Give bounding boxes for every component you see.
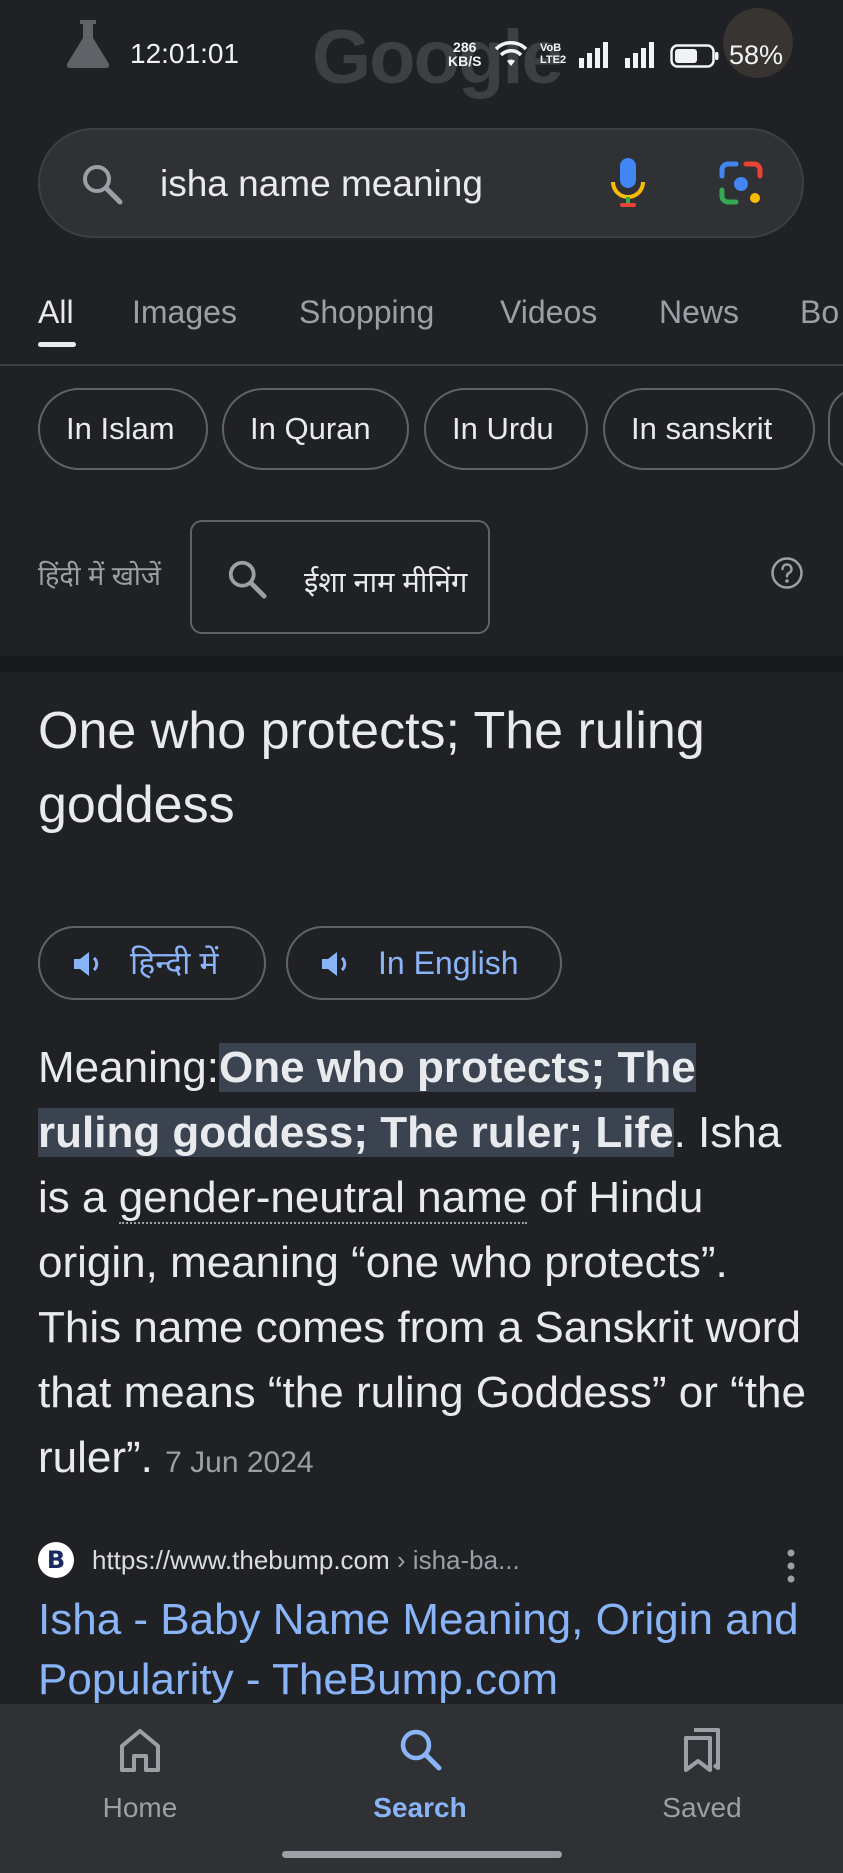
search-icon xyxy=(400,1729,442,1771)
chip-in-quran[interactable]: In Quran xyxy=(222,388,409,470)
listen-hindi-label: हिन्दी में xyxy=(130,945,219,981)
nav-saved-label: Saved xyxy=(662,1792,742,1823)
bottom-navigation: Home Search Saved xyxy=(0,1704,843,1873)
gesture-bar[interactable] xyxy=(282,1851,562,1858)
clock: 12:01:01 xyxy=(130,38,239,69)
refinement-chips: In Islam In Quran In Urdu In sanskrit xyxy=(0,388,843,474)
tab-news[interactable]: News xyxy=(659,294,739,331)
home-icon xyxy=(120,1729,160,1772)
search-tabs: All Images Shopping Videos News Bo xyxy=(0,280,843,366)
net-speed: 286 KB/S xyxy=(448,40,481,68)
volte-top: VoB xyxy=(540,42,562,54)
more-options-icon[interactable] xyxy=(786,1548,796,1584)
saved-icon xyxy=(684,1728,720,1772)
signal-icon xyxy=(625,42,654,68)
battery-icon xyxy=(670,44,719,68)
listen-hindi-button[interactable]: हिन्दी में xyxy=(38,926,266,1000)
chip-in-urdu[interactable]: In Urdu xyxy=(424,388,588,470)
signal-icon xyxy=(579,42,608,68)
hindi-search-label: हिंदी में खोजें xyxy=(38,561,161,591)
tab-shopping[interactable]: Shopping xyxy=(299,294,434,331)
section-divider xyxy=(0,656,843,672)
mic-icon[interactable] xyxy=(608,154,648,214)
source-breadcrumb: › isha-ba... xyxy=(389,1545,520,1575)
tab-videos[interactable]: Videos xyxy=(500,294,597,331)
net-speed-value: 286 xyxy=(453,39,477,55)
answer-title: One who protects; The ruling goddess xyxy=(38,702,705,834)
search-icon xyxy=(83,165,123,205)
search-query[interactable]: isha name meaning xyxy=(160,163,483,205)
meaning-paragraph: Meaning:One who protects; The ruling god… xyxy=(38,1035,808,1495)
tab-books[interactable]: Bo xyxy=(800,294,839,331)
status-bar: 12:01:01 Google 286 KB/S VoB LTE2 58% xyxy=(0,0,843,110)
meaning-prefix: Meaning: xyxy=(38,1043,220,1092)
flask-icon xyxy=(66,20,110,69)
search-bar[interactable]: isha name meaning xyxy=(38,128,804,238)
listen-english-button[interactable]: In English xyxy=(286,926,562,1000)
hindi-search-suggestion[interactable]: ईशा नाम मीनिंग xyxy=(190,520,490,634)
tab-images[interactable]: Images xyxy=(132,294,237,331)
battery-percent: 58% xyxy=(729,40,784,70)
tab-all[interactable]: All xyxy=(38,294,74,331)
speaker-icon xyxy=(322,952,347,976)
volte-indicator: VoB LTE2 xyxy=(540,42,566,66)
answer-date: 7 Jun 2024 xyxy=(165,1446,314,1479)
nav-search-label: Search xyxy=(373,1792,467,1823)
wifi-icon xyxy=(494,41,528,66)
search-icon xyxy=(228,560,267,599)
help-icon[interactable] xyxy=(770,556,804,590)
site-favicon: B xyxy=(38,1542,74,1578)
volte-bottom: LTE2 xyxy=(540,54,567,66)
listen-english-label: In English xyxy=(378,945,519,981)
active-tab-indicator xyxy=(38,342,76,347)
chip-in-sanskrit[interactable]: In sanskrit xyxy=(603,388,815,470)
hindi-search-query: ईशा नाम मीनिंग xyxy=(304,567,468,599)
source-url[interactable]: https://www.thebump.com › isha-ba... xyxy=(92,1545,520,1576)
speaker-icon xyxy=(74,952,99,976)
result-title-link[interactable]: Isha - Baby Name Meaning, Origin and Pop… xyxy=(38,1590,818,1710)
chip-in-islam[interactable]: In Islam xyxy=(38,388,208,470)
gender-neutral-definition-link[interactable]: gender-neutral name xyxy=(118,1173,528,1224)
lens-icon[interactable] xyxy=(716,158,766,208)
favicon-letter: B xyxy=(46,1546,66,1574)
nav-home-label: Home xyxy=(102,1792,178,1823)
chip-more[interactable] xyxy=(828,388,843,470)
source-domain: https://www.thebump.com xyxy=(92,1545,390,1575)
net-speed-unit: KB/S xyxy=(448,53,482,69)
